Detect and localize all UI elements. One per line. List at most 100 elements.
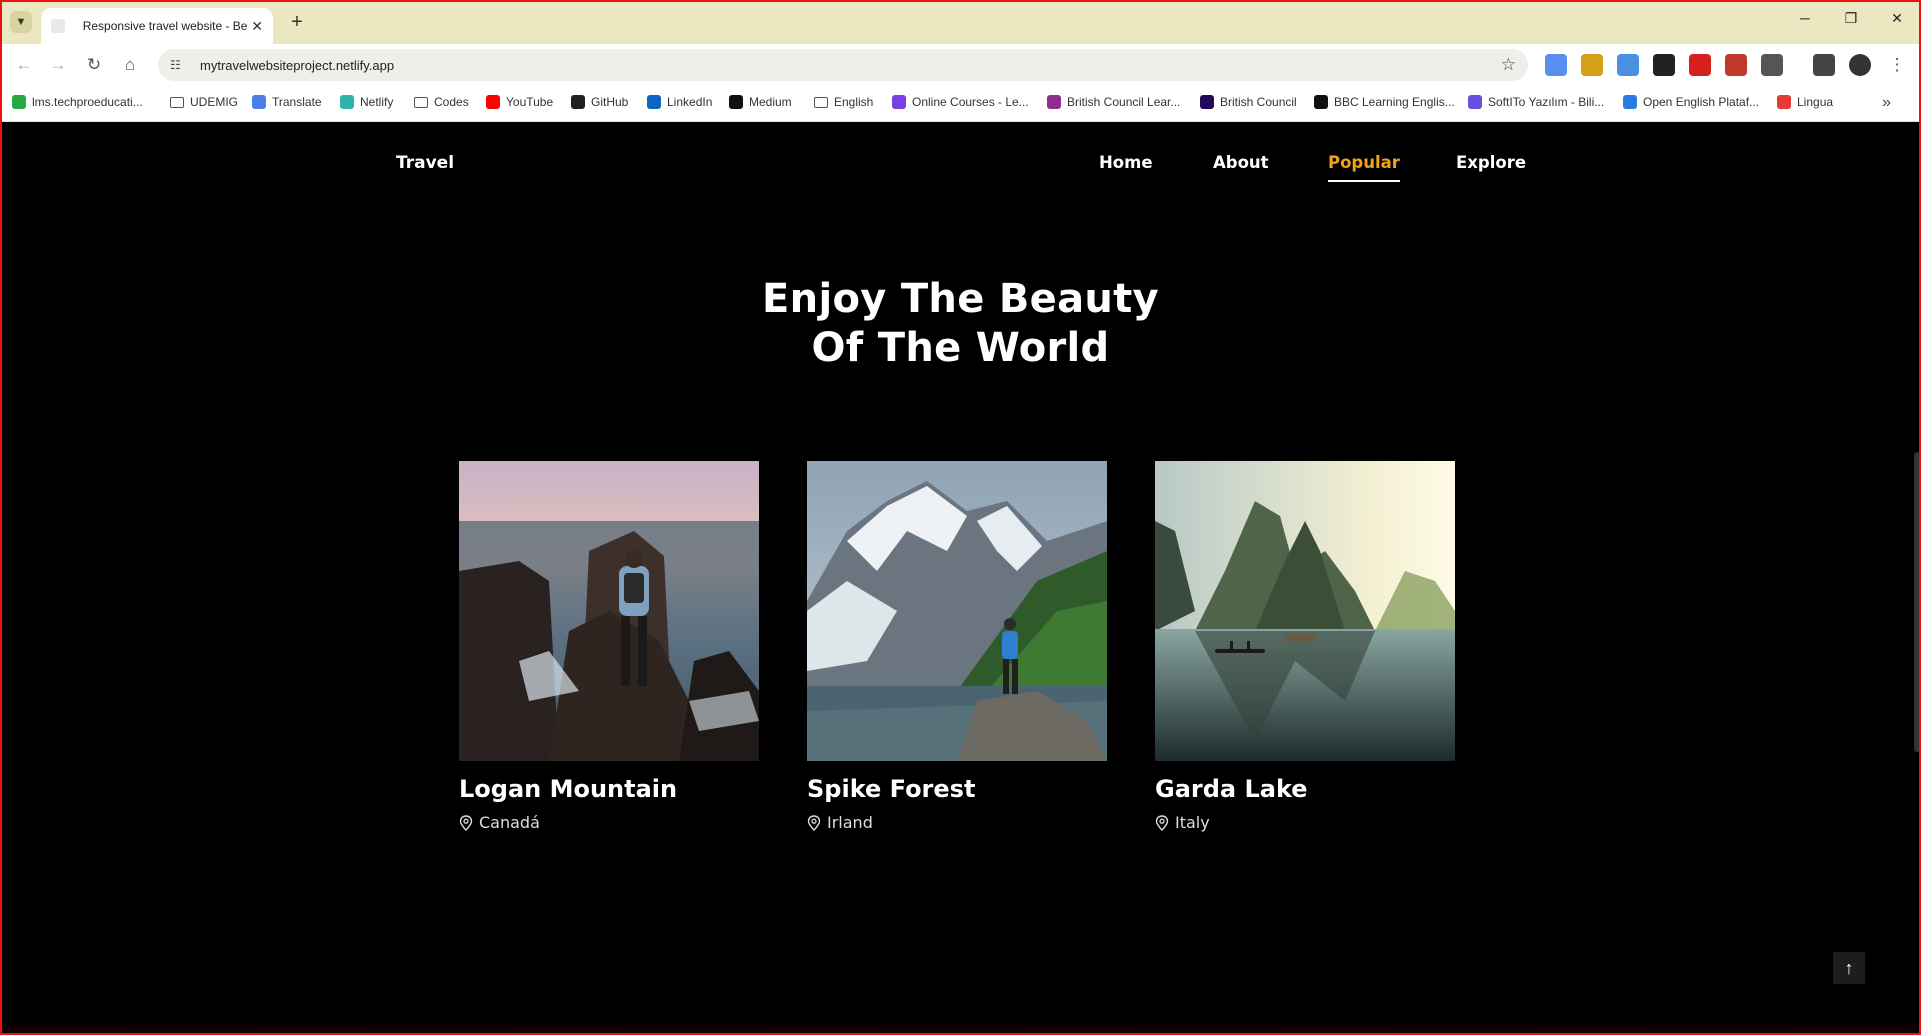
bookmark-favicon-icon <box>729 95 743 109</box>
bookmark-label: Online Courses - Le... <box>912 95 1029 109</box>
bookmark-favicon-icon <box>1468 95 1482 109</box>
destination-image-garda-lake[interactable] <box>1155 461 1455 761</box>
bookmark-star-icon[interactable]: ☆ <box>1501 55 1516 75</box>
close-window-icon[interactable]: ✕ <box>1885 10 1909 27</box>
destination-image-logan-mountain[interactable] <box>459 461 759 761</box>
bookmark-label: lms.techproeducati... <box>32 95 143 109</box>
reading-list-icon[interactable] <box>1813 54 1835 76</box>
browser-toolbar: ← → ↻ ⌂ ☷ mytravelwebsiteproject.netlify… <box>0 44 1921 86</box>
destination-title[interactable]: Logan Mountain <box>459 775 759 803</box>
bookmark-favicon-icon <box>892 95 906 109</box>
bookmark-item[interactable]: YouTube <box>486 95 553 109</box>
bookmark-favicon-icon <box>647 95 661 109</box>
bookmark-label: English <box>834 95 874 109</box>
nav-link-explore[interactable]: Explore <box>1456 153 1526 172</box>
folder-icon <box>814 96 828 108</box>
destination-location: Irland <box>807 813 1107 832</box>
active-tab[interactable]: Responsive travel website - Bec ✕ <box>41 8 273 44</box>
folder-icon <box>170 96 184 108</box>
bookmark-label: BBC Learning Englis... <box>1334 95 1455 109</box>
destination-location: Italy <box>1155 813 1455 832</box>
bookmark-item[interactable]: Medium <box>729 95 792 109</box>
profile-avatar[interactable] <box>1849 54 1871 76</box>
home-icon[interactable]: ⌂ <box>118 54 142 76</box>
extensions-puzzle-icon[interactable] <box>1761 54 1783 76</box>
bookmark-item[interactable]: SoftITo Yazılım - Bili... <box>1468 95 1604 109</box>
bookmark-label: Netlify <box>360 95 394 109</box>
footer-shadow <box>2 1017 1919 1033</box>
destination-title[interactable]: Spike Forest <box>807 775 1107 803</box>
bookmark-item[interactable]: BBC Learning Englis... <box>1314 95 1455 109</box>
page-scrollbar[interactable] <box>1914 452 1919 752</box>
destination-card[interactable]: Spike Forest Irland <box>807 461 1107 832</box>
bookmark-favicon-icon <box>12 95 26 109</box>
bookmark-item[interactable]: British Council <box>1200 95 1297 109</box>
bookmark-item[interactable]: GitHub <box>571 95 628 109</box>
section-title-line-1: Enjoy The Beauty <box>762 276 1159 322</box>
section-title: Enjoy The Beauty Of The World <box>2 275 1919 373</box>
site-logo[interactable]: Travel <box>396 153 454 173</box>
nav-link-popular[interactable]: Popular <box>1328 153 1400 182</box>
bookmark-label: YouTube <box>506 95 554 109</box>
bookmark-item[interactable]: Translate <box>252 95 322 109</box>
bookmark-item[interactable]: Online Courses - Le... <box>892 95 1029 109</box>
destination-location: Canadá <box>459 813 759 832</box>
website-viewport: Travel Home About Popular Explore Enjoy … <box>2 122 1919 1033</box>
bookmark-item[interactable]: Open English Plataf... <box>1623 95 1759 109</box>
bookmark-favicon-icon <box>340 95 354 109</box>
active-nav-underline <box>1328 180 1400 182</box>
browser-menu-icon[interactable]: ⋮ <box>1885 54 1909 76</box>
bookmark-item[interactable]: Netlify <box>340 95 393 109</box>
back-icon[interactable]: ← <box>12 54 36 76</box>
extension-icon[interactable] <box>1581 54 1603 76</box>
site-settings-icon[interactable]: ☷ <box>170 58 188 72</box>
minimize-icon[interactable]: ─ <box>1793 10 1817 26</box>
destination-title[interactable]: Garda Lake <box>1155 775 1455 803</box>
url-text[interactable]: mytravelwebsiteproject.netlify.app <box>200 58 394 73</box>
bookmark-label: LinkedIn <box>667 95 713 109</box>
bookmark-favicon-icon <box>1777 95 1791 109</box>
bookmark-label: British Council Lear... <box>1067 95 1181 109</box>
bookmark-label: Lingua <box>1797 95 1834 109</box>
more-bookmarks-icon[interactable]: » <box>1882 94 1891 112</box>
bookmark-item[interactable]: lms.techproeducati... <box>12 95 143 109</box>
translate-extension-icon[interactable] <box>1545 54 1567 76</box>
extension-icon[interactable] <box>1617 54 1639 76</box>
bookmark-label: Medium <box>749 95 792 109</box>
bookmark-label: SoftITo Yazılım - Bili... <box>1488 95 1605 109</box>
bookmark-item[interactable]: Codes <box>414 95 469 109</box>
bookmark-label: UDEMIG <box>190 95 238 109</box>
bookmark-favicon-icon <box>1314 95 1328 109</box>
extension-icon[interactable] <box>1689 54 1711 76</box>
destination-location-text: Irland <box>827 813 873 832</box>
color-picker-extension-icon[interactable] <box>1653 54 1675 76</box>
bookmark-label: Codes <box>434 95 469 109</box>
bookmark-item[interactable]: LinkedIn <box>647 95 712 109</box>
scroll-to-top-button[interactable]: ↑ <box>1833 952 1865 984</box>
nav-link-home[interactable]: Home <box>1099 153 1153 172</box>
reload-icon[interactable]: ↻ <box>82 54 106 76</box>
tab-close-icon[interactable]: ✕ <box>251 18 263 35</box>
forward-icon[interactable]: → <box>46 54 70 76</box>
destination-location-text: Canadá <box>479 813 540 832</box>
extension-icon[interactable] <box>1725 54 1747 76</box>
bookmark-item[interactable]: UDEMIG <box>170 95 238 109</box>
bookmark-favicon-icon <box>252 95 266 109</box>
bookmarks-bar: lms.techproeducati... UDEMIG Translate Netl… <box>0 86 1921 122</box>
destination-image-spike-forest[interactable] <box>807 461 1107 761</box>
bookmark-label: Open English Plataf... <box>1643 95 1760 109</box>
nav-link-about[interactable]: About <box>1213 153 1269 172</box>
tab-title: Responsive travel website - Bec <box>82 19 248 33</box>
new-tab-button[interactable]: + <box>284 9 310 35</box>
tab-search-icon[interactable]: ▼ <box>10 11 32 33</box>
bookmark-item[interactable]: English <box>814 95 873 109</box>
destination-card[interactable]: Garda Lake Italy <box>1155 461 1455 832</box>
destination-card[interactable]: Logan Mountain Canadá <box>459 461 759 832</box>
bookmark-item[interactable]: British Council Lear... <box>1047 95 1180 109</box>
bookmark-item[interactable]: Lingua <box>1777 95 1833 109</box>
address-bar[interactable]: ☷ mytravelwebsiteproject.netlify.app ☆ <box>158 49 1528 81</box>
folder-icon <box>414 96 428 108</box>
location-pin-icon <box>1155 814 1169 831</box>
restore-icon[interactable]: ❐ <box>1839 10 1863 27</box>
bookmark-favicon-icon <box>1200 95 1214 109</box>
